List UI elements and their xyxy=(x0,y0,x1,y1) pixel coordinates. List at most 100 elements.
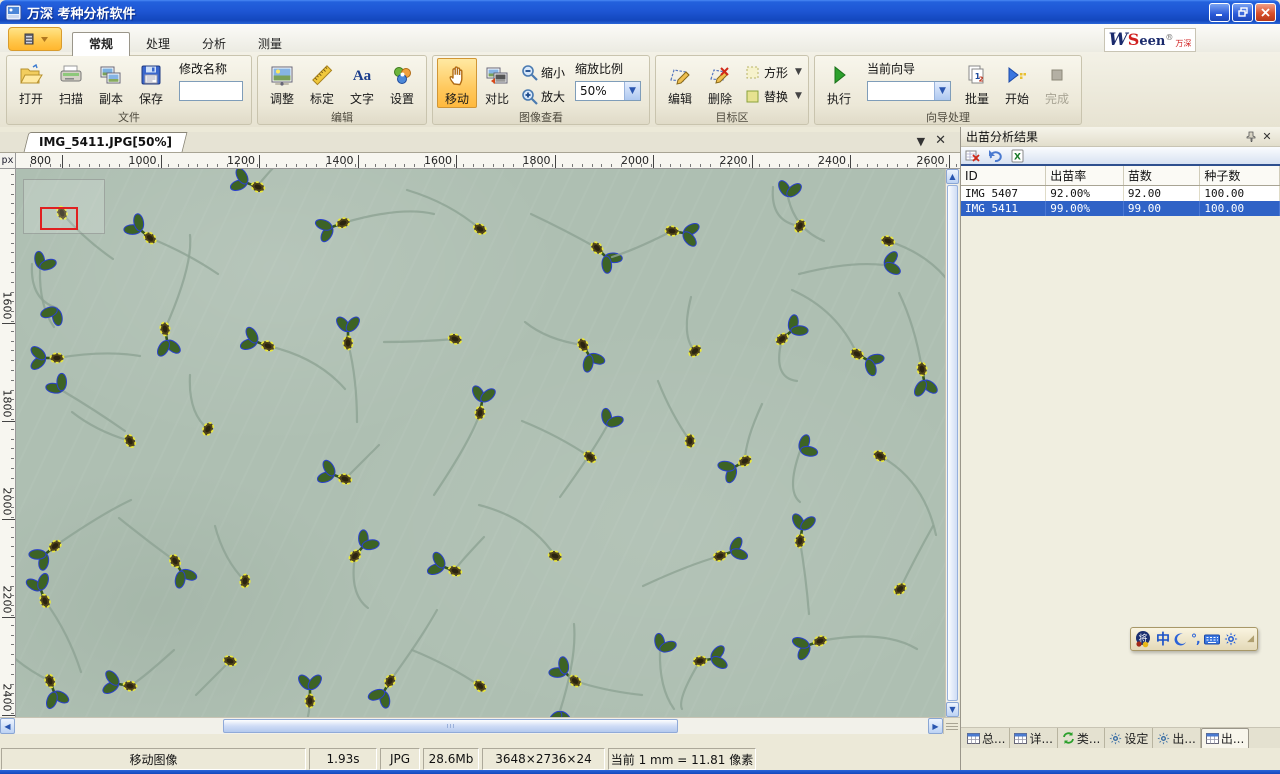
horizontal-scrollbar[interactable]: ◀ ▶ xyxy=(0,717,960,734)
vertical-scrollbar[interactable]: ▲ ▼ xyxy=(945,169,959,717)
current-wizard-select[interactable]: ▼ xyxy=(867,81,951,101)
chevron-down-icon[interactable]: ▼ xyxy=(795,67,802,77)
soft-keyboard-icon[interactable] xyxy=(1204,629,1220,649)
move-button[interactable]: 移动 xyxy=(437,58,477,108)
text-icon: Aa xyxy=(349,62,375,88)
results-bottom-tab[interactable]: 总... xyxy=(963,728,1010,748)
ruler-tick-label: 2200 xyxy=(720,154,748,167)
table-row[interactable]: IMG 541199.00%99.00100.00 xyxy=(961,201,1280,216)
fullwidth-moon-icon[interactable] xyxy=(1174,629,1187,649)
chevron-down-icon[interactable]: ▼ xyxy=(624,82,640,100)
chevron-down-icon[interactable]: ▼ xyxy=(795,91,802,101)
ribbon-tab[interactable]: 分析 xyxy=(186,33,242,56)
calib-button[interactable]: 标定 xyxy=(302,58,342,108)
save-button[interactable]: 保存 xyxy=(131,58,171,108)
table-row[interactable]: IMG 540792.00%92.00100.00 xyxy=(961,186,1280,201)
ime-language-bar[interactable]: 将 中 °, ◢ xyxy=(1130,627,1258,651)
text-button[interactable]: Aa文字 xyxy=(342,58,382,108)
button-label: 执行 xyxy=(827,90,851,107)
scroll-down-icon[interactable]: ▼ xyxy=(946,702,959,717)
results-bottom-tab[interactable]: 出... xyxy=(1153,728,1200,748)
chinese-mode-icon[interactable]: 中 xyxy=(1156,629,1170,649)
column-header[interactable]: 出苗率 xyxy=(1046,166,1124,186)
ribbon-tab[interactable]: 处理 xyxy=(130,33,186,56)
ruler-tick-label: 2400 xyxy=(1,683,14,713)
zoom-ratio-select[interactable]: 50% ▼ xyxy=(575,81,641,101)
seedling xyxy=(791,634,917,661)
excel-export-icon[interactable]: X xyxy=(1009,148,1025,163)
ribbon-group-edit: 调整标定Aa文字设置 编辑 xyxy=(257,55,427,125)
column-header[interactable]: 苗数 xyxy=(1123,166,1200,186)
sqdot-button[interactable]: 方形▼ xyxy=(742,62,804,82)
ime-settings-icon[interactable] xyxy=(1224,629,1238,649)
horizontal-scroll-track[interactable] xyxy=(15,718,928,734)
zoomout-button[interactable]: 缩小 xyxy=(519,62,567,82)
application-menu-button[interactable] xyxy=(8,27,62,51)
restore-button[interactable] xyxy=(1232,3,1253,22)
undo-icon[interactable] xyxy=(987,148,1003,163)
horizontal-scroll-thumb[interactable] xyxy=(223,719,678,733)
ribbon-group-targetarea: 编辑删除 方形▼替换▼ 目标区 xyxy=(655,55,809,125)
button-label: 对比 xyxy=(485,90,509,107)
results-bottom-tab[interactable]: 类... xyxy=(1058,728,1105,748)
grid-icon xyxy=(1014,733,1027,744)
ruler-tick-label: 1000 xyxy=(129,154,157,167)
column-header[interactable]: 种子数 xyxy=(1200,166,1280,186)
chevron-down-icon[interactable]: ▼ xyxy=(934,82,950,100)
finish-button[interactable]: 完成 xyxy=(1037,58,1077,108)
ribbon: 打开扫描副本保存 修改名称 文件 调整标定Aa文字设置 编辑 移动对比 缩小放大… xyxy=(0,52,1280,127)
punctuation-icon[interactable]: °, xyxy=(1191,629,1200,649)
scroll-left-icon[interactable]: ◀ xyxy=(0,718,15,734)
vertical-scroll-thumb[interactable] xyxy=(947,185,958,701)
splitter-grip[interactable] xyxy=(943,718,960,734)
status-segment: 1.93s xyxy=(309,748,377,770)
document-tab[interactable]: IMG_5411.JPG[50%] xyxy=(24,132,188,152)
ruler-tick-label: 2200 xyxy=(1,585,14,615)
minimize-button[interactable] xyxy=(1209,3,1230,22)
tab-list-dropdown-icon[interactable]: ▼ xyxy=(917,135,925,148)
sqfill-button[interactable]: 替换▼ xyxy=(742,86,804,106)
seedling xyxy=(479,505,563,563)
seedling xyxy=(16,642,71,710)
adjust-button[interactable]: 调整 xyxy=(262,58,302,108)
save-icon xyxy=(138,62,164,88)
button-label: 批量 xyxy=(965,90,989,107)
contrast-button[interactable]: 对比 xyxy=(477,58,517,108)
tab-label: 详... xyxy=(1029,730,1052,747)
delete-row-icon[interactable] xyxy=(965,148,981,163)
copy-button[interactable]: 副本 xyxy=(91,58,131,108)
scroll-up-icon[interactable]: ▲ xyxy=(946,169,959,184)
ribbon-tab[interactable]: 测量 xyxy=(242,33,298,56)
close-button[interactable] xyxy=(1255,3,1276,22)
pin-icon[interactable] xyxy=(1243,129,1259,144)
open-button[interactable]: 打开 xyxy=(11,58,51,108)
ruler-tick-label: 1200 xyxy=(227,154,255,167)
panel-close-icon[interactable]: ✕ xyxy=(1259,129,1275,144)
results-bottom-tab[interactable]: 出... xyxy=(1201,728,1249,748)
column-header[interactable]: ID xyxy=(961,166,1046,186)
scan-button[interactable]: 扫描 xyxy=(51,58,91,108)
button-label: 设置 xyxy=(390,90,414,107)
ribbon-tab[interactable]: 常规 xyxy=(72,32,130,56)
tab-label: 总... xyxy=(982,730,1005,747)
results-bottom-tab[interactable]: 设定 xyxy=(1105,728,1153,748)
settings-button[interactable]: 设置 xyxy=(382,58,422,108)
ime-logo-icon[interactable]: 将 xyxy=(1134,629,1152,649)
scroll-right-icon[interactable]: ▶ xyxy=(928,718,943,734)
start-button[interactable]: 开始 xyxy=(997,58,1037,108)
document-tab-strip: IMG_5411.JPG[50%] ▼ ✕ xyxy=(0,132,960,153)
tab-close-icon[interactable]: ✕ xyxy=(935,135,946,148)
ime-collapse-icon[interactable]: ◢ xyxy=(1247,634,1254,644)
delq-button[interactable]: 删除 xyxy=(700,58,740,108)
image-canvas[interactable] xyxy=(16,169,945,717)
rename-input[interactable] xyxy=(179,81,243,101)
gear-icon xyxy=(1157,732,1170,745)
zoomin-button[interactable]: 放大 xyxy=(519,86,567,106)
button-label: 保存 xyxy=(139,90,163,107)
batch-button[interactable]: 12批量 xyxy=(957,58,997,108)
settings-icon xyxy=(389,62,415,88)
results-bottom-tab[interactable]: 详... xyxy=(1010,728,1057,748)
results-bottom-tabs: 总...详...类...设定出...出... xyxy=(961,727,1280,748)
editq-button[interactable]: 编辑 xyxy=(660,58,700,108)
exec-button[interactable]: 执行 xyxy=(819,58,859,108)
